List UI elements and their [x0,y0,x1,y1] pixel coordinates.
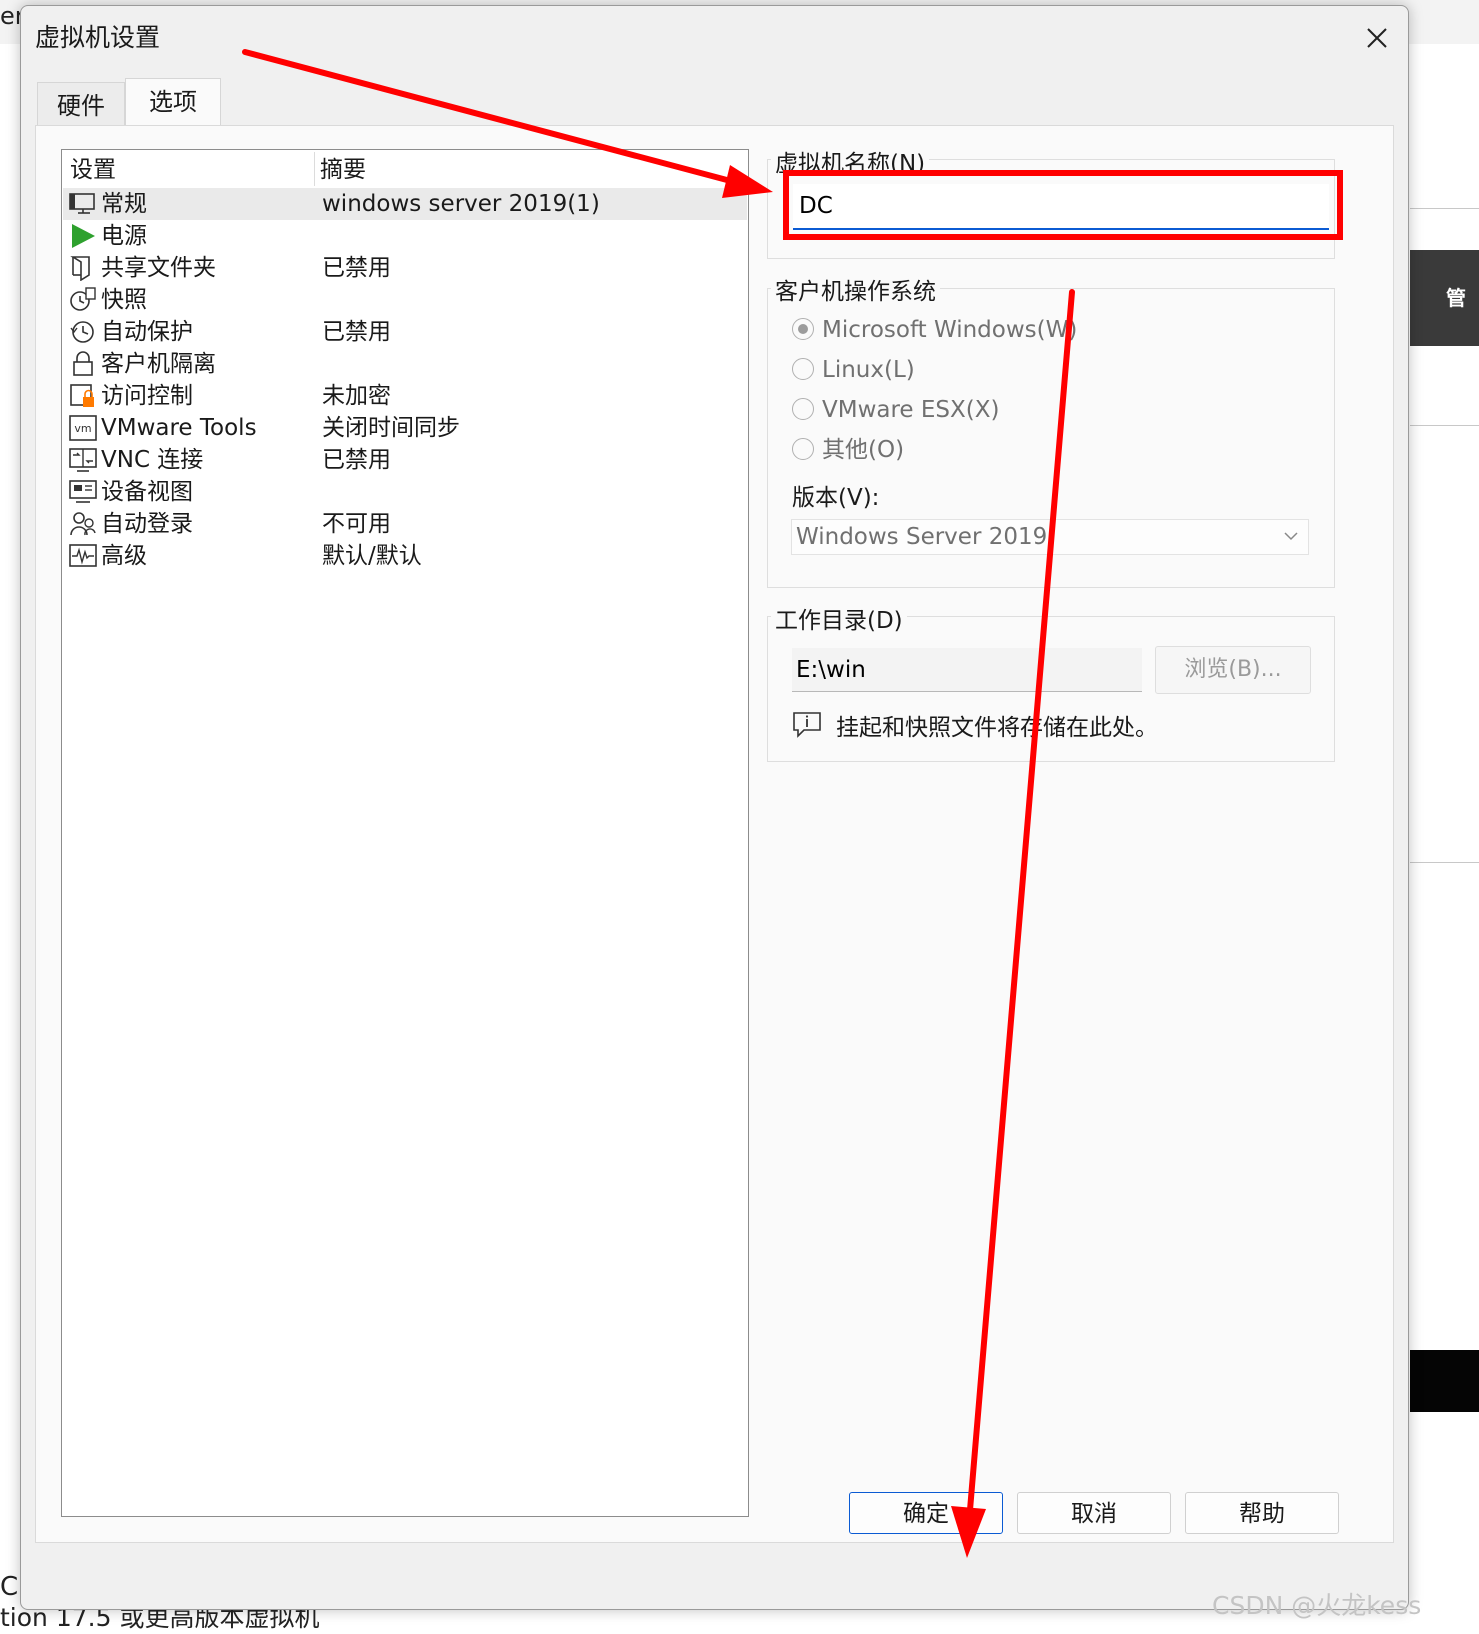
ok-button[interactable]: 确定 [849,1492,1003,1534]
background-divider [1410,425,1479,426]
list-item-advanced[interactable]: 高级 默认/默认 [63,540,747,572]
background-black-bar [1410,1350,1479,1412]
setting-name: 快照 [101,287,147,313]
setting-summary: 已禁用 [322,319,391,345]
list-item-vmware-tools[interactable]: vm VMware Tools 关闭时间同步 [63,412,747,444]
clock-icon [70,321,94,343]
tab-options[interactable]: 选项 [125,78,221,126]
setting-summary: 已禁用 [322,255,391,281]
list-item-autoprotect[interactable]: 自动保护 已禁用 [63,316,747,348]
radio-label: Microsoft Windows(W) [822,317,1078,343]
background-dark-panel: 管理 [1410,250,1479,406]
working-dir-input[interactable] [792,648,1142,692]
vm-icon: vm [69,415,97,441]
background-divider [1410,208,1479,209]
watermark: CSDN @火龙kess [1212,1591,1422,1620]
list-item-autologin[interactable]: 自动登录 不可用 [63,508,747,540]
lock-icon [73,351,93,376]
cancel-button[interactable]: 取消 [1017,1492,1171,1534]
setting-name: VMware Tools [101,415,257,441]
working-dir-label: 工作目录(D) [771,601,907,635]
svg-text:vm: vm [74,422,91,435]
snapshot-icon [70,287,96,311]
shared-folder-icon [70,256,90,281]
version-value: Windows Server 2019 [796,524,1048,550]
setting-summary: windows server 2019(1) [322,191,600,217]
list-item-power[interactable]: 电源 [63,220,747,252]
version-select[interactable]: Windows Server 2019 [791,519,1309,555]
setting-summary: 关闭时间同步 [322,415,460,441]
list-item-vnc[interactable]: VNC 连接 已禁用 [63,444,747,476]
setting-summary: 不可用 [322,511,391,537]
access-control-icon [70,384,94,407]
setting-name: 客户机隔离 [101,351,216,377]
radio-label: Linux(L) [822,357,915,383]
list-item-device-view[interactable]: 设备视图 [63,476,747,508]
close-icon[interactable] [1359,20,1395,56]
setting-name: 高级 [101,543,147,569]
setting-name: 设备视图 [101,479,193,505]
setting-name: 访问控制 [101,383,193,409]
setting-name: VNC 连接 [101,447,204,473]
column-separator [314,152,315,186]
list-item-guest-isolation[interactable]: 客户机隔离 [63,348,747,380]
setting-summary: 未加密 [322,383,391,409]
list-item-snapshots[interactable]: 快照 [63,284,747,316]
list-item-access-control[interactable]: 访问控制 未加密 [63,380,747,412]
setting-summary: 已禁用 [322,447,391,473]
play-icon [72,224,95,248]
list-item-shared-folders[interactable]: 共享文件夹 已禁用 [63,252,747,284]
column-header-setting[interactable]: 设置 [70,150,116,188]
list-item-general[interactable]: 常规 windows server 2019(1) [63,188,747,220]
vm-settings-dialog: 虚拟机设置 硬件 选项 设置 摘要 常规 windows server 2019… [20,5,1409,1610]
working-dir-info: 挂起和快照文件将存储在此处。 [836,715,1158,741]
radio-button[interactable] [792,438,814,460]
vnc-icon [69,448,97,472]
setting-name: 自动登录 [101,511,193,537]
radio-button[interactable] [792,398,814,420]
setting-name: 电源 [101,223,147,249]
waveform-icon [69,544,97,567]
guest-os-label: 客户机操作系统 [771,272,940,306]
browse-button[interactable]: 浏览(B)... [1155,646,1311,694]
device-view-icon [69,480,97,503]
background-divider [1410,862,1479,863]
help-button[interactable]: 帮助 [1185,1492,1339,1534]
version-label: 版本(V): [792,485,880,511]
radio-label: 其他(O) [822,437,905,463]
setting-name: 共享文件夹 [101,255,216,281]
setting-summary: 默认/默认 [322,543,422,569]
setting-name: 自动保护 [101,319,193,345]
options-panel: 设置 摘要 常规 windows server 2019(1) 电源 共享文件夹… [35,125,1394,1543]
setting-name: 常规 [101,191,147,217]
monitor-icon [69,193,95,214]
chevron-down-icon [1284,532,1298,541]
radio-label: VMware ESX(X) [822,397,1000,423]
dialog-title: 虚拟机设置 [35,23,161,52]
radio-button[interactable] [792,358,814,380]
column-header-summary[interactable]: 摘要 [320,150,366,188]
info-icon [793,712,821,738]
annotation-highlight-box [783,170,1343,240]
radio-button[interactable] [792,318,814,340]
settings-list[interactable]: 设置 摘要 常规 windows server 2019(1) 电源 共享文件夹… [61,149,749,1517]
users-icon [70,512,96,536]
tab-hardware[interactable]: 硬件 [37,82,125,126]
